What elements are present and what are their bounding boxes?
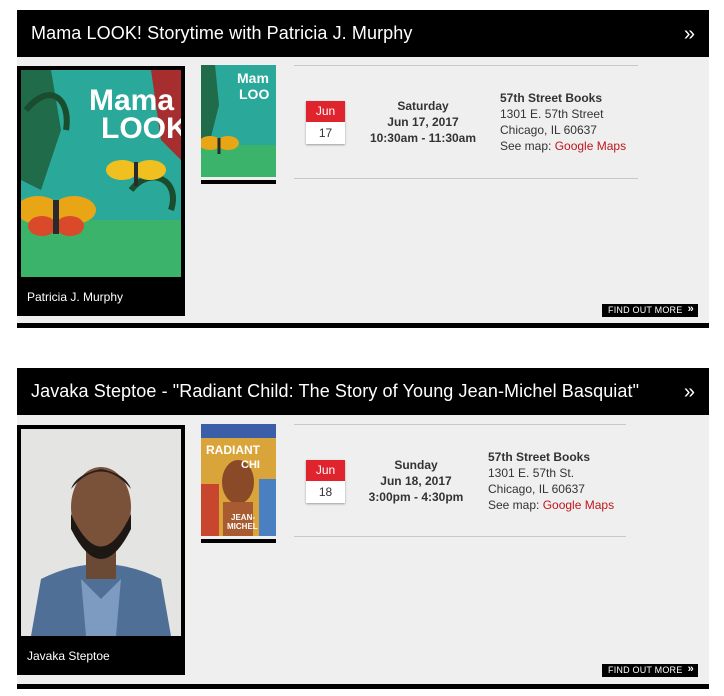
find-out-more-label[interactable]: FIND OUT MORE [608,665,682,675]
event-header[interactable]: Javaka Steptoe - "Radiant Child: The Sto… [17,368,709,415]
event-card: Javaka Steptoe - "Radiant Child: The Sto… [17,368,709,689]
expand-arrow-icon[interactable]: » [684,24,695,44]
event-date: Jun 17, 2017 [387,115,459,129]
map-line: See map: Google Maps [488,497,614,513]
calendar-month: Jun [306,460,345,481]
svg-text:MICHEL: MICHEL [227,522,258,531]
calendar-icon: Jun 17 [306,101,345,144]
calendar-month: Jun [306,101,345,122]
book-thumbnail[interactable]: Mam LOO [201,65,276,185]
double-chevron-icon[interactable]: » [688,663,694,676]
event-weekday: Sunday [394,458,438,472]
event-date: Jun 18, 2017 [380,474,452,488]
book-underline [201,180,276,184]
svg-text:LOOK: LOOK [101,112,181,145]
event-title[interactable]: Javaka Steptoe - "Radiant Child: The Sto… [31,381,639,402]
event-details: Jun 17 Saturday Jun 17, 2017 10:30am - 1… [294,65,638,179]
google-maps-link[interactable]: Google Maps [543,498,614,512]
calendar-day: 17 [318,126,333,140]
map-line: See map: Google Maps [500,138,626,154]
event-divider [17,323,709,328]
svg-text:RADIANT: RADIANT [206,443,261,457]
venue-address: 1301 E. 57th Street [500,107,604,121]
event-header[interactable]: Mama LOOK! Storytime with Patricia J. Mu… [17,10,709,57]
svg-text:LOO: LOO [239,86,269,102]
book-cover[interactable]: RADIANT CHI JEAN- MICHEL [201,424,276,536]
map-prefix: See map: [500,139,555,153]
event-weekday: Saturday [397,99,449,113]
author-photo [21,429,181,636]
book-cover[interactable]: Mam LOO [201,65,276,177]
expand-arrow-icon[interactable]: » [684,382,695,402]
venue-city: Chicago, IL 60637 [488,482,585,496]
svg-text:CHI: CHI [241,459,260,471]
calendar-day: 18 [318,485,333,499]
event-datetime: Sunday Jun 18, 2017 3:00pm - 4:30pm [360,457,472,505]
author-card: Javaka Steptoe [17,425,185,675]
event-time: 10:30am - 11:30am [369,131,477,145]
author-card: Mama LOOK Patricia J. Murphy [17,66,185,316]
event-body: Mama LOOK Patricia J. Murphy Mam LOO Jun… [17,57,709,323]
venue-address: 1301 E. 57th St. [488,466,575,480]
event-divider [17,684,709,689]
svg-text:Mam: Mam [237,70,269,86]
author-photo: Mama LOOK [21,70,181,277]
event-details: Jun 18 Sunday Jun 18, 2017 3:00pm - 4:30… [294,424,626,537]
book-thumbnail[interactable]: RADIANT CHI JEAN- MICHEL [201,424,276,544]
map-prefix: See map: [488,498,543,512]
author-name: Patricia J. Murphy [27,290,124,304]
event-datetime: Saturday Jun 17, 2017 10:30am - 11:30am [364,98,482,146]
google-maps-link[interactable]: Google Maps [555,139,626,153]
event-location: 57th Street Books 1301 E. 57th St. Chica… [488,449,614,513]
double-chevron-icon[interactable]: » [688,303,694,316]
venue-name: 57th Street Books [488,450,591,464]
book-underline [201,539,276,543]
venue-name: 57th Street Books [500,91,603,105]
find-out-more-button[interactable]: FIND OUT MORE » [602,663,698,677]
event-time: 3:00pm - 4:30pm [368,490,464,504]
svg-text:JEAN-: JEAN- [231,513,255,522]
find-out-more-label[interactable]: FIND OUT MORE [608,305,682,315]
event-body: Javaka Steptoe RADIANT CHI JEAN- MICHEL [17,415,709,684]
calendar-icon: Jun 18 [306,460,345,503]
author-name: Javaka Steptoe [27,649,110,663]
event-card: Mama LOOK! Storytime with Patricia J. Mu… [17,10,709,328]
find-out-more-button[interactable]: FIND OUT MORE » [602,303,698,317]
event-title[interactable]: Mama LOOK! Storytime with Patricia J. Mu… [31,23,413,44]
venue-city: Chicago, IL 60637 [500,123,597,137]
event-location: 57th Street Books 1301 E. 57th Street Ch… [500,90,626,154]
